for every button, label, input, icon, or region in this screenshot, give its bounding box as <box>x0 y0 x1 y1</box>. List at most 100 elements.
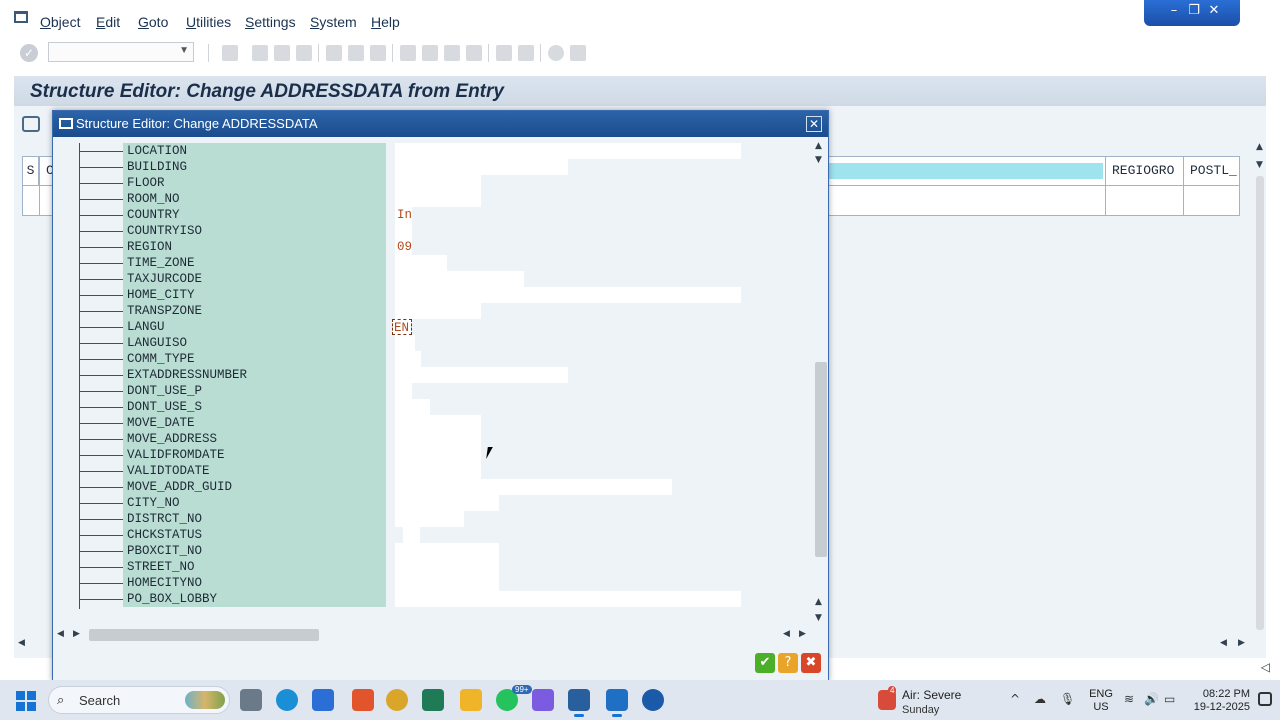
dialog-vertical-scrollbar[interactable]: ▲ ▼ ▲ ▼ <box>813 139 827 631</box>
dialog-horizontal-scrollbar[interactable]: ◀ ▶ ◀ ▶ <box>57 627 813 641</box>
field-value-input[interactable] <box>395 511 464 527</box>
restore-icon[interactable]: ❐ <box>1186 4 1202 18</box>
sap-menu-icon[interactable] <box>14 11 28 23</box>
field-value-input[interactable] <box>395 351 421 367</box>
scroll-left-icon[interactable]: ◀ <box>57 629 64 639</box>
dialog-title-bar[interactable]: Structure Editor: Change ADDRESSDATA ✕ <box>53 111 828 137</box>
copilot-icon[interactable] <box>532 689 554 711</box>
field-value-input[interactable]: 09 <box>395 239 412 255</box>
taskbar-search[interactable]: ⌕ Search <box>48 686 230 714</box>
sap-gui-icon[interactable] <box>606 689 628 717</box>
weather-widget[interactable]: 4 Air: Severe Sunday <box>876 686 986 716</box>
back-icon[interactable] <box>252 45 268 61</box>
menu-edit[interactable]: Edit <box>96 14 120 30</box>
next-page-icon[interactable] <box>444 45 460 61</box>
field-value-input[interactable] <box>395 271 524 287</box>
close-icon[interactable]: ✕ <box>1206 4 1222 18</box>
task-view-icon[interactable] <box>240 689 262 711</box>
enter-check-icon[interactable]: ✓ <box>20 44 38 62</box>
menu-system[interactable]: System <box>310 14 357 30</box>
file-explorer-icon[interactable] <box>460 689 482 711</box>
field-value-input[interactable] <box>395 431 481 447</box>
print-icon[interactable] <box>326 45 342 61</box>
field-value-input[interactable] <box>395 447 481 463</box>
chrome-icon[interactable] <box>386 689 408 711</box>
field-value-input[interactable] <box>395 399 430 415</box>
scroll-thumb[interactable] <box>89 629 319 641</box>
scroll-down-icon[interactable]: ▼ <box>815 155 822 165</box>
field-value-input[interactable] <box>395 591 741 607</box>
field-value-input[interactable] <box>395 335 415 351</box>
cancel-button[interactable]: ✖ <box>801 653 821 673</box>
exit-icon[interactable] <box>274 45 290 61</box>
field-value-input[interactable]: In <box>395 207 412 223</box>
sap-logon-icon[interactable] <box>568 689 590 717</box>
field-value-input[interactable] <box>395 559 499 575</box>
help-button[interactable]: ? <box>778 653 798 673</box>
scroll-left-icon[interactable]: ◀ <box>783 629 790 639</box>
battery-icon[interactable]: ▭ <box>1164 692 1175 706</box>
layout-menu-icon[interactable] <box>570 45 586 61</box>
field-value-input[interactable] <box>395 159 568 175</box>
find-next-icon[interactable] <box>370 45 386 61</box>
scroll-down-icon[interactable]: ▼ <box>815 613 822 623</box>
field-value-input[interactable] <box>395 383 412 399</box>
field-value-input[interactable]: EN <box>392 319 412 335</box>
scroll-down-icon[interactable]: ▼ <box>1256 160 1263 170</box>
field-value-input[interactable] <box>395 223 412 239</box>
clock[interactable]: 08:22 PM 19-12-2025 <box>1186 688 1250 714</box>
brave-icon[interactable] <box>352 689 374 711</box>
scroll-thumb[interactable] <box>815 362 827 557</box>
field-value-input[interactable] <box>395 495 499 511</box>
menu-settings[interactable]: Settings <box>245 14 296 30</box>
column-regiogro[interactable]: REGIOGRO <box>1105 157 1183 185</box>
media-icon[interactable] <box>422 689 444 711</box>
scroll-right-icon[interactable]: ▶ <box>1238 638 1245 648</box>
status-bar-toggle-icon[interactable]: ◁ <box>1261 660 1270 674</box>
menu-goto[interactable]: Goto <box>138 14 168 30</box>
volume-icon[interactable]: 🔊 <box>1144 692 1159 706</box>
microphone-icon[interactable]: 🎙 <box>1060 692 1075 706</box>
first-page-icon[interactable] <box>400 45 416 61</box>
help-icon[interactable] <box>548 45 564 61</box>
scroll-left-icon[interactable]: ◀ <box>1220 638 1227 648</box>
wifi-icon[interactable]: ≋ <box>1124 692 1134 706</box>
main-vertical-scrollbar[interactable]: ▲ ▼ <box>1252 142 1266 638</box>
field-value-input[interactable] <box>395 367 568 383</box>
confirm-button[interactable]: ✔ <box>755 653 775 673</box>
shortcut-icon[interactable] <box>518 45 534 61</box>
field-value-input[interactable] <box>395 287 741 303</box>
edge-icon[interactable] <box>276 689 298 711</box>
minimize-icon[interactable]: – <box>1166 4 1182 18</box>
start-icon[interactable] <box>16 691 36 711</box>
menu-utilities[interactable]: Utilities <box>186 14 231 30</box>
dialog-close-button[interactable]: ✕ <box>806 116 822 132</box>
column-s[interactable]: S <box>23 157 39 185</box>
field-value-input[interactable] <box>395 543 499 559</box>
language-indicator[interactable]: ENG US <box>1086 688 1116 714</box>
scroll-right-icon[interactable]: ▶ <box>73 629 80 639</box>
menu-help[interactable]: Help <box>371 14 400 30</box>
field-value-input[interactable] <box>395 191 481 207</box>
chevron-down-icon[interactable]: ▼ <box>179 45 189 56</box>
field-value-input[interactable] <box>395 143 741 159</box>
scroll-right-icon[interactable]: ▶ <box>799 629 806 639</box>
field-value-input[interactable] <box>395 415 481 431</box>
tray-overflow-icon[interactable]: ^ <box>1010 692 1020 706</box>
field-value-input[interactable] <box>395 303 481 319</box>
refresh-icon[interactable] <box>22 116 40 132</box>
scroll-up-icon[interactable]: ▲ <box>815 597 822 607</box>
command-field[interactable]: ▼ <box>48 42 194 62</box>
menu-object[interactable]: Object <box>40 14 80 30</box>
scroll-track[interactable] <box>1256 176 1264 630</box>
save-icon[interactable] <box>222 45 238 61</box>
field-value-input[interactable] <box>395 575 499 591</box>
field-value-input[interactable] <box>395 255 447 271</box>
last-page-icon[interactable] <box>466 45 482 61</box>
scroll-left-icon[interactable]: ◀ <box>18 638 25 648</box>
field-value-input[interactable] <box>395 479 672 495</box>
new-session-icon[interactable] <box>496 45 512 61</box>
scroll-up-icon[interactable]: ▲ <box>815 141 822 151</box>
field-value-input[interactable] <box>395 463 481 479</box>
onedrive-icon[interactable]: ☁ <box>1034 692 1046 706</box>
